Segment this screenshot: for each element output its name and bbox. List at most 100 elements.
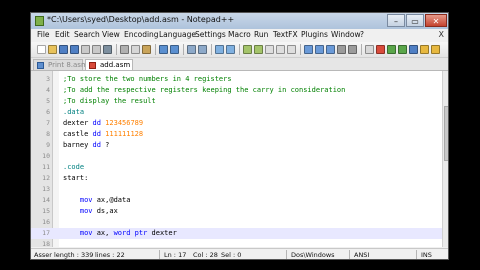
code-line-current[interactable]: 17 mov ax, word ptr dexter [31,228,442,239]
open-file-icon[interactable] [48,45,57,54]
vertical-scrollbar[interactable] [442,71,448,247]
code-text: .code [63,162,84,173]
code-token: 111111128 [105,130,144,138]
menu-search[interactable]: Search [74,30,100,39]
menu-plugins[interactable]: Plugins [301,30,328,39]
indent-guide-icon[interactable] [287,45,296,54]
code-text: mov ax, word ptr dexter [63,228,177,239]
sync-vertical-icon[interactable] [243,45,252,54]
macro-play-multiple-icon[interactable] [398,45,407,54]
code-line[interactable]: 5 ;To display the result [31,96,442,107]
code-token: .data [63,108,85,116]
code-line[interactable]: 16 [31,217,442,228]
show-all-chars-icon[interactable] [276,45,285,54]
notepad-window: *C:\Users\syed\Desktop\add.asm - Notepad… [30,12,449,260]
status-eol: Dos\Windows [291,251,335,259]
status-separator [159,250,160,259]
code-line[interactable]: 15 mov ds,ax [31,206,442,217]
monitor-icon[interactable] [348,45,357,54]
function-list-icon[interactable] [326,45,335,54]
tab-add-asm[interactable]: add.asm [85,59,133,70]
sync-horizontal-icon[interactable] [254,45,263,54]
code-token: barney [63,141,93,149]
code-line[interactable]: 9 barney dd ? [31,140,442,151]
macro-record-icon[interactable] [365,45,374,54]
status-column: Col : 28 [193,251,218,259]
line-number: 6 [46,108,50,116]
file-icon [37,62,44,69]
replace-icon[interactable] [198,45,207,54]
code-text: barney dd ? [63,140,109,151]
editor-area[interactable]: 3 ;To store the two numbers in 4 register… [31,71,442,247]
menu-encoding[interactable]: Encoding [124,30,159,39]
macro-save-icon[interactable] [409,45,418,54]
code-token: dexter [63,119,93,127]
tab-print8-asm[interactable]: Print 8.asm [33,59,88,70]
copy-icon[interactable] [131,45,140,54]
code-text: dexter dd 123456789 [63,118,143,129]
style-icon[interactable] [315,45,324,54]
code-token: @data [109,196,131,204]
line-number: 18 [42,240,50,247]
save-all-icon[interactable] [70,45,79,54]
status-insert-mode: INS [421,251,432,259]
notepad-app-icon [35,16,44,26]
menu-file[interactable]: File [37,30,50,39]
close-file-icon[interactable] [81,45,90,54]
title-bar[interactable]: *C:\Users\syed\Desktop\add.asm - Notepad… [31,13,448,29]
status-separator [416,250,417,259]
code-line[interactable]: 14 mov ax,@data [31,195,442,206]
spell-check-icon[interactable] [431,45,440,54]
folder-icon[interactable] [337,45,346,54]
code-text: .data [63,107,84,118]
undo-icon[interactable] [159,45,168,54]
close-document-icon[interactable]: X [439,30,444,39]
code-line[interactable]: 18 [31,239,442,247]
cut-icon[interactable] [120,45,129,54]
code-line[interactable]: 8 castle dd 111111128 [31,129,442,140]
menu-view[interactable]: View [102,30,120,39]
code-line[interactable]: 12 start: [31,173,442,184]
toolbar [31,42,448,58]
abc-icon[interactable] [420,45,429,54]
minimize-button[interactable]: – [387,14,405,27]
menu-help[interactable]: ? [360,30,364,39]
menu-textfx[interactable]: TextFX [273,30,298,39]
zoom-out-icon[interactable] [226,45,235,54]
menu-settings[interactable]: Settings [195,30,226,39]
code-token: .code [63,163,85,171]
language-icon[interactable] [304,45,313,54]
menu-window[interactable]: Window [331,30,361,39]
print-icon[interactable] [103,45,112,54]
find-icon[interactable] [187,45,196,54]
paste-icon[interactable] [142,45,151,54]
menu-language[interactable]: Language [159,30,196,39]
close-button[interactable]: ✕ [425,14,447,27]
menu-run[interactable]: Run [254,30,268,39]
zoom-in-icon[interactable] [215,45,224,54]
redo-icon[interactable] [170,45,179,54]
code-line[interactable]: 11 .code [31,162,442,173]
code-line[interactable]: 10 [31,151,442,162]
code-line[interactable]: 6 .data [31,107,442,118]
tab-label: add.asm [100,61,131,69]
code-text: mov ax,@data [63,195,131,206]
maximize-button[interactable]: ▭ [406,14,424,27]
code-line[interactable]: 13 [31,184,442,195]
line-number: 7 [46,119,50,127]
save-icon[interactable] [59,45,68,54]
close-all-icon[interactable] [92,45,101,54]
word-wrap-icon[interactable] [265,45,274,54]
code-line[interactable]: 7 dexter dd 123456789 [31,118,442,129]
menu-macro[interactable]: Macro [228,30,251,39]
code-line[interactable]: 3 ;To store the two numbers in 4 register… [31,74,442,85]
scrollbar-thumb[interactable] [444,106,448,161]
code-line[interactable]: 4 ;To add the respective registers keepin… [31,85,442,96]
code-text: ;To add the respective registers keeping… [63,85,345,96]
macro-play-icon[interactable] [387,45,396,54]
macro-stop-icon[interactable] [376,45,385,54]
status-length: Asser length : 339 [34,251,94,259]
code-token: start: [63,174,89,182]
menu-edit[interactable]: Edit [55,30,70,39]
new-file-icon[interactable] [37,45,46,54]
